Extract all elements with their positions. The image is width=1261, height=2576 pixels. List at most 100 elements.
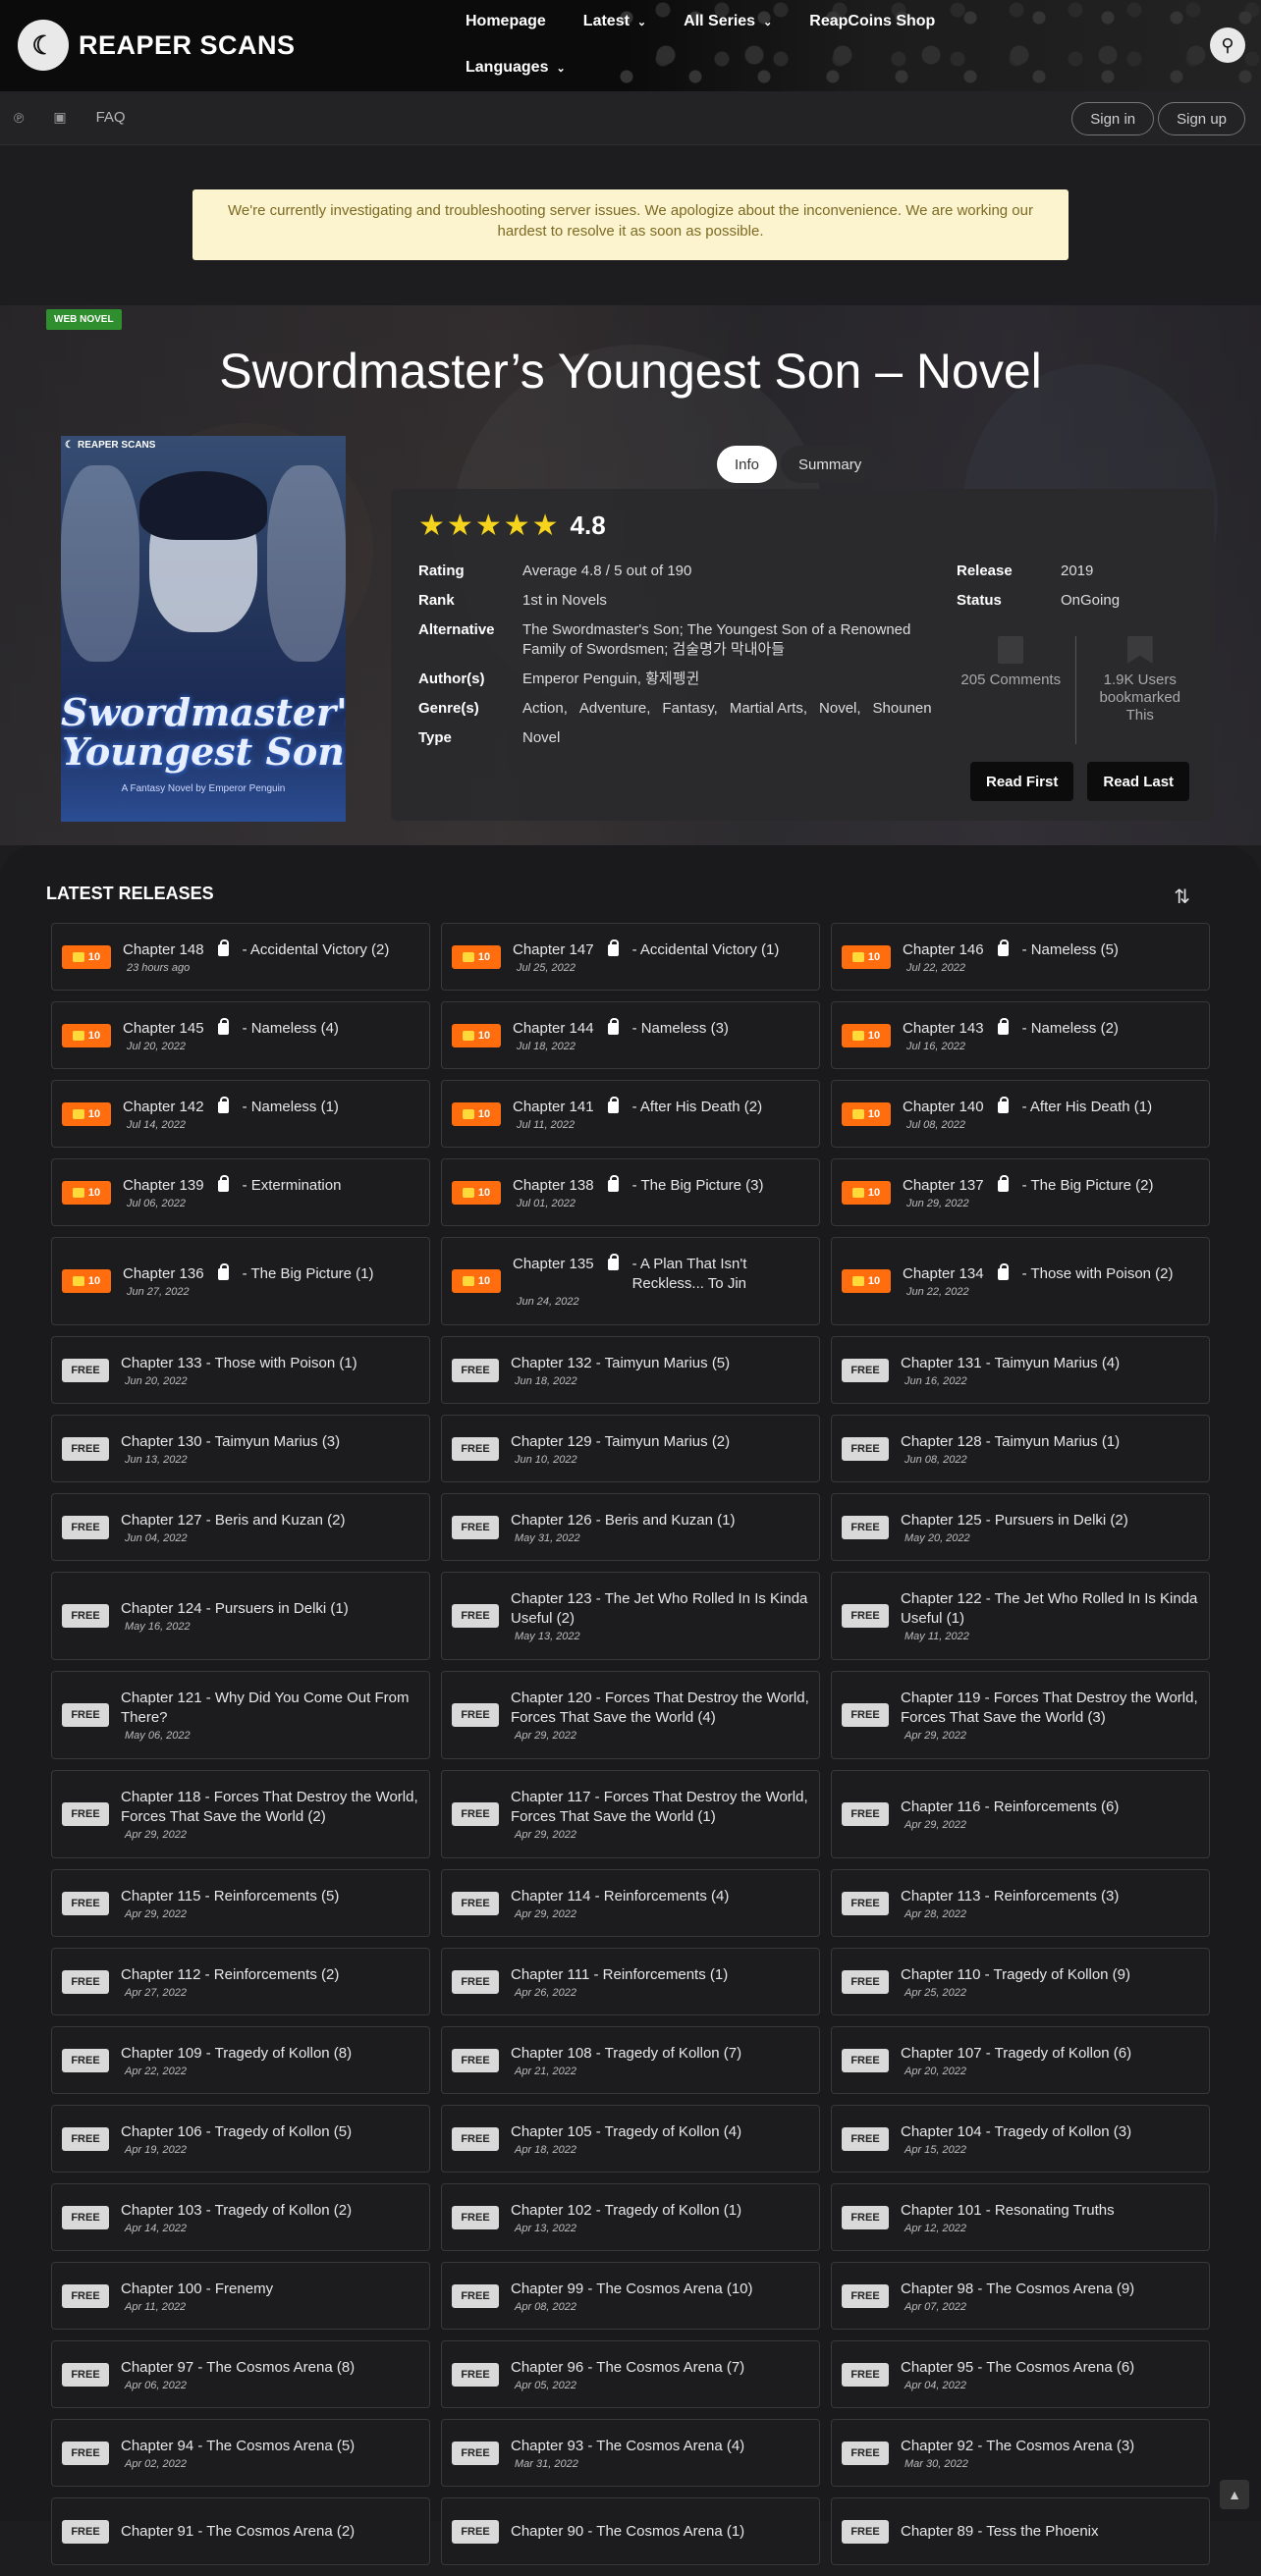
- chapter-card[interactable]: 10 Chapter 134 - Those with Poison (2) Jun …: [831, 1237, 1210, 1325]
- scroll-top-button[interactable]: ▲: [1220, 2480, 1249, 2509]
- read-first-button[interactable]: Read First: [970, 762, 1074, 801]
- chapter-card[interactable]: 10 Chapter 148 - Accidental Victory (2) 23 …: [51, 923, 430, 991]
- info-value: Average 4.8 / 5 out of 190: [522, 563, 692, 579]
- genre-link[interactable]: Novel,: [819, 699, 861, 719]
- chapter-card[interactable]: FREE Chapter 113 - Reinforcements (3) Apr …: [831, 1869, 1210, 1937]
- chapter-card[interactable]: FREE Chapter 111 - Reinforcements (1) Apr …: [441, 1948, 820, 2015]
- chapter-card[interactable]: FREE Chapter 121 - Why Did You Come Out F…: [51, 1671, 430, 1759]
- chapter-card[interactable]: FREE Chapter 118 - Forces That Destroy th…: [51, 1770, 430, 1858]
- chapter-card[interactable]: FREE Chapter 122 - The Jet Who Rolled In …: [831, 1572, 1210, 1660]
- lock-icon: [607, 1017, 619, 1035]
- release-status: Release 2019 Status OnGoing: [957, 562, 1192, 620]
- chapter-card[interactable]: FREE Chapter 105 - Tragedy of Kollon (4) A…: [441, 2105, 820, 2173]
- chapter-card[interactable]: FREE Chapter 112 - Reinforcements (2) Apr …: [51, 1948, 430, 2015]
- chapter-card[interactable]: FREE Chapter 106 - Tragedy of Kollon (5) A…: [51, 2105, 430, 2173]
- genre-link[interactable]: Martial Arts,: [730, 699, 807, 719]
- faq-link[interactable]: FAQ: [96, 109, 126, 126]
- chapter-card[interactable]: 10 Chapter 145 - Nameless (4) Jul 20, 2022: [51, 1001, 430, 1069]
- chapter-card[interactable]: 10 Chapter 136 - The Big Picture (1) Jun 27…: [51, 1237, 430, 1325]
- info-value[interactable]: Novel: [522, 728, 560, 748]
- chapter-card[interactable]: FREE Chapter 93 - The Cosmos Arena (4) Mar…: [441, 2419, 820, 2487]
- signin-button[interactable]: Sign in: [1071, 102, 1155, 135]
- genre-link[interactable]: Fantasy,: [662, 699, 717, 719]
- nav-reapcoins-shop[interactable]: ReapCoins Shop: [809, 13, 935, 30]
- chapter-card[interactable]: 10 Chapter 137 - The Big Picture (2) Jun 29…: [831, 1158, 1210, 1226]
- chapter-card[interactable]: FREE Chapter 103 - Tragedy of Kollon (2) A…: [51, 2183, 430, 2251]
- chapter-card[interactable]: 10 Chapter 135 - A Plan That Isn't Reckles…: [441, 1237, 820, 1325]
- chapter-card[interactable]: FREE Chapter 124 - Pursuers in Delki (1) M…: [51, 1572, 430, 1660]
- chapter-card[interactable]: FREE Chapter 97 - The Cosmos Arena (8) Apr…: [51, 2340, 430, 2408]
- chapter-card[interactable]: 10 Chapter 141 - After His Death (2) Jul 11…: [441, 1080, 820, 1148]
- chapter-card[interactable]: 10 Chapter 139 - Extermination Jul 06, 2022: [51, 1158, 430, 1226]
- chapter-card[interactable]: FREE Chapter 108 - Tragedy of Kollon (7) A…: [441, 2026, 820, 2094]
- nav-latest[interactable]: Latest ⌄: [583, 13, 646, 30]
- chapter-card[interactable]: FREE Chapter 117 - Forces That Destroy th…: [441, 1770, 820, 1858]
- chapter-title: Chapter 127 - Beris and Kuzan (2): [121, 1511, 345, 1530]
- author-link[interactable]: Emperor Penguin, 황제펭귄: [522, 670, 699, 689]
- search-button[interactable]: ⚲: [1210, 27, 1245, 63]
- paypal-icon[interactable]: ℗: [14, 110, 24, 126]
- chapter-card[interactable]: 10 Chapter 147 - Accidental Victory (1) Jul…: [441, 923, 820, 991]
- chapter-card[interactable]: FREE Chapter 115 - Reinforcements (5) Apr …: [51, 1869, 430, 1937]
- nav-homepage[interactable]: Homepage: [466, 13, 546, 30]
- chapter-card[interactable]: FREE Chapter 101 - Resonating Truths Apr 1…: [831, 2183, 1210, 2251]
- chapter-card[interactable]: 10 Chapter 138 - The Big Picture (3) Jul 01…: [441, 1158, 820, 1226]
- genre-link[interactable]: Adventure,: [579, 699, 651, 719]
- chapter-card[interactable]: FREE Chapter 99 - The Cosmos Arena (10) Ap…: [441, 2262, 820, 2330]
- chapter-card[interactable]: FREE Chapter 129 - Taimyun Marius (2) Jun …: [441, 1415, 820, 1482]
- comments-stat[interactable]: 205 Comments: [947, 636, 1075, 744]
- chapter-card[interactable]: FREE Chapter 128 - Taimyun Marius (1) Jun …: [831, 1415, 1210, 1482]
- chapter-card[interactable]: 10 Chapter 144 - Nameless (3) Jul 18, 2022: [441, 1001, 820, 1069]
- chapter-number: Chapter 119 - Forces That Destroy the Wo…: [901, 1690, 1198, 1726]
- site-logo[interactable]: ☾ REAPER SCANS: [18, 20, 296, 71]
- coin-price: 10: [87, 1275, 101, 1287]
- chapter-card[interactable]: FREE Chapter 95 - The Cosmos Arena (6) Apr…: [831, 2340, 1210, 2408]
- bookmark-stat[interactable]: 1.9K Users bookmarked This: [1074, 636, 1205, 744]
- chapter-card[interactable]: FREE Chapter 91 - The Cosmos Arena (2): [51, 2497, 430, 2565]
- chapter-card[interactable]: FREE Chapter 109 - Tragedy of Kollon (8) A…: [51, 2026, 430, 2094]
- chapter-card[interactable]: FREE Chapter 102 - Tragedy of Kollon (1) A…: [441, 2183, 820, 2251]
- genre-link[interactable]: Action,: [522, 699, 568, 719]
- chapter-card[interactable]: FREE Chapter 107 - Tragedy of Kollon (6) A…: [831, 2026, 1210, 2094]
- sort-icon[interactable]: ⇅: [1174, 885, 1190, 909]
- chapter-date: Jul 11, 2022: [517, 1118, 576, 1131]
- chapter-card[interactable]: FREE Chapter 110 - Tragedy of Kollon (9) A…: [831, 1948, 1210, 2015]
- info-label: Genre(s): [418, 700, 479, 717]
- genre-link[interactable]: Shounen: [873, 699, 932, 719]
- tab-summary[interactable]: Summary: [781, 446, 880, 483]
- read-last-button[interactable]: Read Last: [1087, 762, 1190, 801]
- chapter-card[interactable]: FREE Chapter 89 - Tess the Phoenix: [831, 2497, 1210, 2565]
- chapter-card[interactable]: FREE Chapter 132 - Taimyun Marius (5) Jun …: [441, 1336, 820, 1404]
- coin-price-badge: 10: [842, 1269, 891, 1293]
- chapter-card[interactable]: FREE Chapter 125 - Pursuers in Delki (2) M…: [831, 1493, 1210, 1561]
- chapter-card[interactable]: FREE Chapter 119 - Forces That Destroy th…: [831, 1671, 1210, 1759]
- chapter-card[interactable]: FREE Chapter 98 - The Cosmos Arena (9) Apr…: [831, 2262, 1210, 2330]
- chapter-card[interactable]: FREE Chapter 126 - Beris and Kuzan (1) May…: [441, 1493, 820, 1561]
- chapter-card[interactable]: FREE Chapter 131 - Taimyun Marius (4) Jun …: [831, 1336, 1210, 1404]
- chapter-number: Chapter 136: [123, 1265, 204, 1282]
- nav-all-series[interactable]: All Series ⌄: [684, 13, 772, 30]
- signup-button[interactable]: Sign up: [1158, 102, 1245, 135]
- lock-icon: [997, 1017, 1009, 1035]
- nav-languages[interactable]: Languages ⌄: [466, 59, 566, 77]
- discord-icon[interactable]: ▣: [53, 109, 66, 126]
- chapter-card[interactable]: FREE Chapter 127 - Beris and Kuzan (2) Jun…: [51, 1493, 430, 1561]
- chapter-card[interactable]: FREE Chapter 120 - Forces That Destroy th…: [441, 1671, 820, 1759]
- chapter-card[interactable]: FREE Chapter 90 - The Cosmos Arena (1): [441, 2497, 820, 2565]
- chapter-card[interactable]: 10 Chapter 146 - Nameless (5) Jul 22, 2022: [831, 923, 1210, 991]
- genre-list: Action, Adventure, Fantasy, Martial Arts…: [522, 699, 932, 719]
- chapter-card[interactable]: FREE Chapter 104 - Tragedy of Kollon (3) A…: [831, 2105, 1210, 2173]
- chapter-card[interactable]: 10 Chapter 142 - Nameless (1) Jul 14, 2022: [51, 1080, 430, 1148]
- chapter-card[interactable]: FREE Chapter 130 - Taimyun Marius (3) Jun …: [51, 1415, 430, 1482]
- chapter-card[interactable]: FREE Chapter 94 - The Cosmos Arena (5) Apr…: [51, 2419, 430, 2487]
- chapter-card[interactable]: FREE Chapter 114 - Reinforcements (4) Apr …: [441, 1869, 820, 1937]
- chapter-card[interactable]: 10 Chapter 140 - After His Death (1) Jul 08…: [831, 1080, 1210, 1148]
- chapter-card[interactable]: FREE Chapter 133 - Those with Poison (1) J…: [51, 1336, 430, 1404]
- chapter-card[interactable]: FREE Chapter 92 - The Cosmos Arena (3) Mar…: [831, 2419, 1210, 2487]
- chapter-card[interactable]: 10 Chapter 143 - Nameless (2) Jul 16, 2022: [831, 1001, 1210, 1069]
- chapter-card[interactable]: FREE Chapter 96 - The Cosmos Arena (7) Apr…: [441, 2340, 820, 2408]
- chapter-card[interactable]: FREE Chapter 123 - The Jet Who Rolled In …: [441, 1572, 820, 1660]
- chapter-card[interactable]: FREE Chapter 116 - Reinforcements (6) Apr …: [831, 1770, 1210, 1858]
- tab-info[interactable]: Info: [717, 446, 778, 483]
- chapter-card[interactable]: FREE Chapter 100 - Frenemy Apr 11, 2022: [51, 2262, 430, 2330]
